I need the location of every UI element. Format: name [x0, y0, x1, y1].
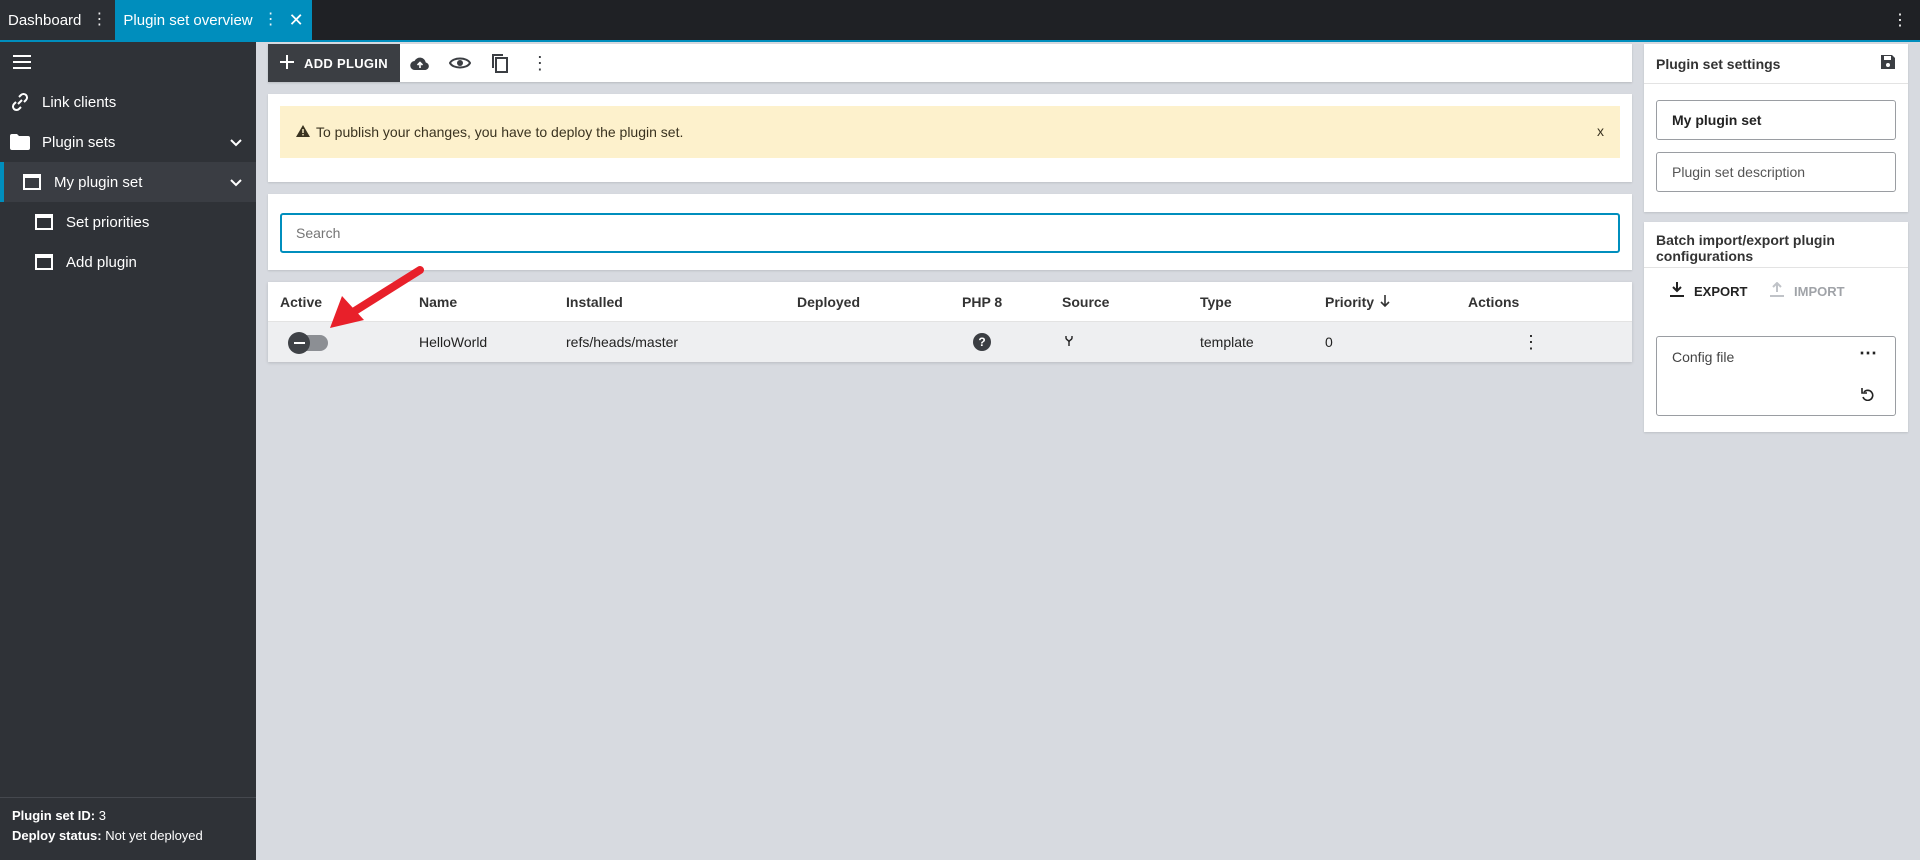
close-icon[interactable]: ✕: [289, 10, 304, 31]
batch-title: Batch import/export plugin configuration…: [1644, 222, 1908, 268]
sidebar-item-label: Link clients: [42, 93, 117, 111]
download-icon: [1670, 282, 1684, 301]
cell-php8: ?: [973, 333, 991, 351]
sidebar-item-label: Set priorities: [66, 213, 150, 231]
status-label: Deploy status:: [12, 828, 102, 843]
row-actions-icon[interactable]: ⋮: [1522, 332, 1540, 353]
search-card: [268, 194, 1632, 270]
sidebar-item-label: Plugin sets: [42, 133, 116, 151]
plugin-set-description-placeholder: Plugin set description: [1672, 164, 1806, 180]
plugin-set-id-line: Plugin set ID: 3: [12, 806, 203, 826]
more-vert-icon[interactable]: ⋮: [520, 44, 560, 82]
more-vert-icon[interactable]: ⋮: [1892, 10, 1908, 30]
tab-plugin-set-overview[interactable]: Plugin set overview ⋮ ✕: [115, 0, 312, 40]
toggle-knob: [288, 332, 310, 354]
arrow-down-icon: [1380, 294, 1390, 310]
col-active[interactable]: Active: [280, 294, 322, 310]
tab-menu-icon[interactable]: ⋮: [91, 12, 107, 28]
export-label: EXPORT: [1694, 284, 1748, 299]
git-branch-icon: [1064, 334, 1074, 350]
alert-close-button[interactable]: x: [1597, 123, 1604, 139]
tab-dashboard[interactable]: Dashboard ⋮: [0, 0, 116, 40]
chevron-down-icon[interactable]: [230, 134, 242, 151]
upload-icon: [1770, 281, 1784, 301]
id-value: 3: [98, 808, 106, 823]
batch-card: Batch import/export plugin configuration…: [1644, 222, 1908, 432]
settings-title: Plugin set settings: [1656, 55, 1781, 72]
settings-header: Plugin set settings: [1644, 44, 1908, 84]
deploy-status-line: Deploy status: Not yet deployed: [12, 826, 203, 846]
cell-priority: 0: [1325, 334, 1333, 350]
sidebar-item-my-plugin-set[interactable]: My plugin set: [0, 162, 256, 202]
sidebar-item-add-plugin[interactable]: Add plugin: [0, 242, 256, 282]
eye-icon[interactable]: [440, 44, 480, 82]
save-icon[interactable]: [1880, 54, 1896, 73]
plus-icon: [280, 54, 294, 72]
chevron-down-icon[interactable]: [230, 174, 242, 191]
folder-icon: [10, 132, 30, 152]
sidebar-item-label: My plugin set: [54, 173, 143, 191]
divider: [0, 797, 256, 798]
cloud-upload-icon[interactable]: [400, 44, 440, 82]
cell-name: HelloWorld: [419, 334, 488, 350]
help-icon[interactable]: ?: [973, 333, 991, 351]
table-row[interactable]: HelloWorld refs/heads/master ? template …: [268, 322, 1632, 362]
export-button[interactable]: EXPORT: [1670, 282, 1747, 301]
col-priority-label: Priority: [1325, 293, 1375, 310]
col-deployed[interactable]: Deployed: [797, 294, 860, 310]
window-icon: [22, 172, 42, 192]
status-value: Not yet deployed: [105, 828, 203, 843]
col-php8[interactable]: PHP 8: [962, 294, 1002, 310]
plugin-set-name-field[interactable]: My plugin set: [1656, 100, 1896, 140]
link-icon: [10, 92, 30, 112]
tab-bar: Dashboard ⋮ Plugin set overview ⋮ ✕ ⋮: [0, 0, 1920, 42]
alert-message: To publish your changes, you have to dep…: [316, 124, 684, 140]
alert-card: To publish your changes, you have to dep…: [268, 94, 1632, 182]
tab-menu-icon[interactable]: ⋮: [263, 12, 279, 28]
config-file-field[interactable]: Config file ⋯: [1656, 336, 1896, 416]
cell-installed: refs/heads/master: [566, 334, 679, 350]
search-input[interactable]: [280, 213, 1620, 253]
more-horiz-icon[interactable]: ⋯: [1859, 343, 1877, 364]
cell-type: template: [1200, 334, 1254, 350]
warning-icon: [296, 124, 310, 140]
import-label: IMPORT: [1794, 284, 1845, 299]
plugin-set-description-field[interactable]: Plugin set description: [1656, 152, 1896, 192]
active-toggle[interactable]: [288, 332, 328, 354]
toolbar: ADD PLUGIN ⋮: [268, 44, 1632, 82]
add-plugin-button[interactable]: ADD PLUGIN: [268, 44, 400, 82]
col-type[interactable]: Type: [1200, 294, 1232, 310]
menu-toggle[interactable]: [0, 42, 256, 82]
col-installed[interactable]: Installed: [566, 294, 623, 310]
col-actions: Actions: [1468, 293, 1520, 310]
config-file-label: Config file: [1672, 349, 1735, 365]
import-button[interactable]: IMPORT: [1770, 281, 1845, 301]
table-header: Active Name Installed Deployed PHP 8 Sou…: [268, 282, 1632, 322]
copy-icon[interactable]: [480, 44, 520, 82]
sidebar-item-link-clients[interactable]: Link clients: [0, 82, 256, 122]
sidebar-item-label: Add plugin: [66, 253, 137, 271]
plugin-set-name-value: My plugin set: [1672, 112, 1762, 128]
hamburger-icon[interactable]: [12, 52, 32, 72]
annotation-arrow: [330, 266, 424, 328]
plugin-set-info: Plugin set ID: 3 Deploy status: Not yet …: [12, 806, 203, 846]
window-icon: [34, 212, 54, 232]
undo-icon[interactable]: [1861, 387, 1875, 406]
deploy-alert: To publish your changes, you have to dep…: [280, 106, 1620, 158]
tab-label: Dashboard: [8, 11, 82, 29]
plugin-table: Active Name Installed Deployed PHP 8 Sou…: [268, 282, 1632, 362]
col-source[interactable]: Source: [1062, 294, 1109, 310]
col-priority[interactable]: Priority: [1325, 294, 1390, 310]
tab-label: Plugin set overview: [123, 11, 253, 29]
window-icon: [34, 252, 54, 272]
plugin-set-settings-card: Plugin set settings My plugin set Plugin…: [1644, 44, 1908, 212]
add-plugin-label: ADD PLUGIN: [304, 55, 388, 71]
id-label: Plugin set ID:: [12, 808, 96, 823]
sidebar-item-plugin-sets[interactable]: Plugin sets: [0, 122, 256, 162]
sidebar: Link clients Plugin sets My plugin set S…: [0, 42, 256, 860]
sidebar-item-set-priorities[interactable]: Set priorities: [0, 202, 256, 242]
